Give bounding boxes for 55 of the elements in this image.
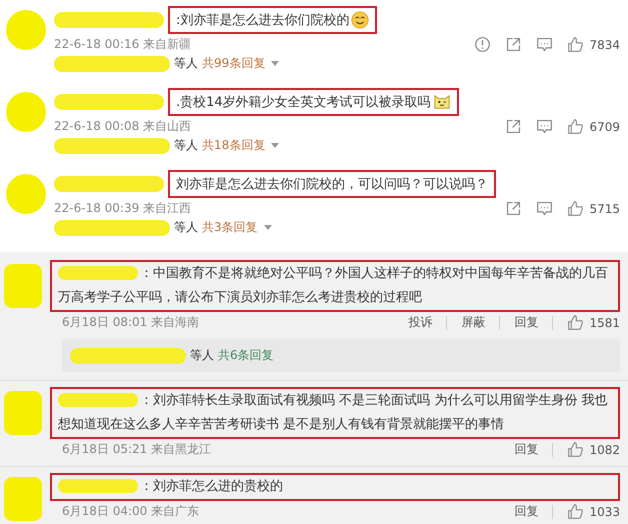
like-count[interactable]: 7834 bbox=[567, 36, 620, 53]
comment-icon[interactable] bbox=[536, 200, 554, 217]
comment-text: ：中国教育不是将就绝对公平吗？外国人这样子的特权对中国每年辛苦备战的几百万高考学子公平吗，请公布下演员刘亦菲怎么考进贵校的过程吧 bbox=[50, 260, 620, 312]
comment-time: 6月18日 08:01 来自海南 bbox=[62, 314, 200, 331]
action-link[interactable]: 回复 bbox=[514, 503, 538, 520]
reply-count-link[interactable]: 共6条回复 bbox=[218, 347, 274, 364]
cat-face-icon bbox=[432, 93, 451, 111]
reply-names-suffix: 等人 bbox=[190, 347, 214, 364]
like-count[interactable]: 5715 bbox=[567, 200, 620, 217]
like-count[interactable]: 1033 bbox=[567, 503, 620, 520]
comment-time: 22-6-18 00:16 来自新疆 bbox=[54, 36, 192, 53]
comment-text: ：刘亦菲怎么进的贵校的 bbox=[50, 473, 620, 501]
redacted-avatar bbox=[4, 264, 42, 308]
redacted-avatar bbox=[4, 477, 42, 521]
action-link[interactable]: 投诉 bbox=[408, 314, 432, 331]
comment-icon[interactable] bbox=[536, 36, 554, 53]
thumbs-up-icon bbox=[567, 200, 584, 217]
comment-text: ：刘亦菲特长生录取面试有视频吗 不是三轮面试吗 为什么可以用留学生身份 我也想知道现在这么多人辛辛苦苦考研读书 是不是别人有钱有背景就能摆平的事情 bbox=[50, 387, 620, 439]
comment-text: .贵校14岁外籍少女全英文考试可以被录取吗 bbox=[168, 88, 459, 116]
comment-time: 6月18日 04:00 来自广东 bbox=[62, 503, 200, 520]
comment-time: 22-6-18 00:39 来自江西 bbox=[54, 200, 192, 217]
smiley-icon bbox=[351, 11, 370, 29]
caret-icon bbox=[271, 143, 280, 148]
redacted-avatar bbox=[4, 391, 42, 435]
action-link[interactable]: 回复 bbox=[514, 441, 538, 458]
redacted-avatar bbox=[6, 10, 46, 50]
reply-count-link[interactable]: 共99条回复 bbox=[202, 55, 280, 72]
caret-icon bbox=[271, 61, 280, 66]
reply-count-link[interactable]: 共18条回复 bbox=[202, 137, 280, 154]
reply-names-suffix: 等人 bbox=[174, 55, 198, 72]
caret-icon bbox=[264, 225, 272, 230]
reply-names-suffix: 等人 bbox=[174, 219, 198, 236]
thumbs-up-icon bbox=[567, 441, 584, 458]
thumbs-up-icon bbox=[567, 503, 584, 520]
reply-names-suffix: 等人 bbox=[174, 137, 198, 154]
like-count[interactable]: 1082 bbox=[567, 441, 620, 458]
share-icon[interactable] bbox=[505, 200, 522, 217]
like-count[interactable]: 1581 bbox=[567, 314, 620, 331]
action-link[interactable]: 屏蔽 bbox=[461, 314, 486, 331]
reply-count-link[interactable]: 共3条回复 bbox=[202, 219, 272, 236]
comment-time: 22-6-18 00:08 来自山西 bbox=[54, 118, 192, 135]
comment-text: 刘亦菲是怎么进去你们院校的，可以问吗？可以说吗？ bbox=[168, 170, 496, 198]
thumbs-up-icon bbox=[567, 36, 584, 53]
thumbs-up-icon bbox=[567, 314, 584, 331]
thumbs-up-icon bbox=[567, 118, 584, 135]
comment-time: 6月18日 05:21 来自黑龙江 bbox=[62, 441, 212, 458]
action-link[interactable]: 回复 bbox=[514, 314, 538, 331]
like-count[interactable]: 6709 bbox=[567, 118, 620, 135]
share-icon[interactable] bbox=[505, 118, 522, 135]
redacted-avatar bbox=[6, 174, 46, 214]
share-icon[interactable] bbox=[505, 36, 522, 53]
comment-icon[interactable] bbox=[536, 118, 554, 135]
redacted-avatar bbox=[6, 92, 46, 132]
comment-text: :刘亦菲是怎么进去你们院校的 bbox=[168, 6, 378, 34]
report-icon[interactable] bbox=[474, 36, 492, 53]
